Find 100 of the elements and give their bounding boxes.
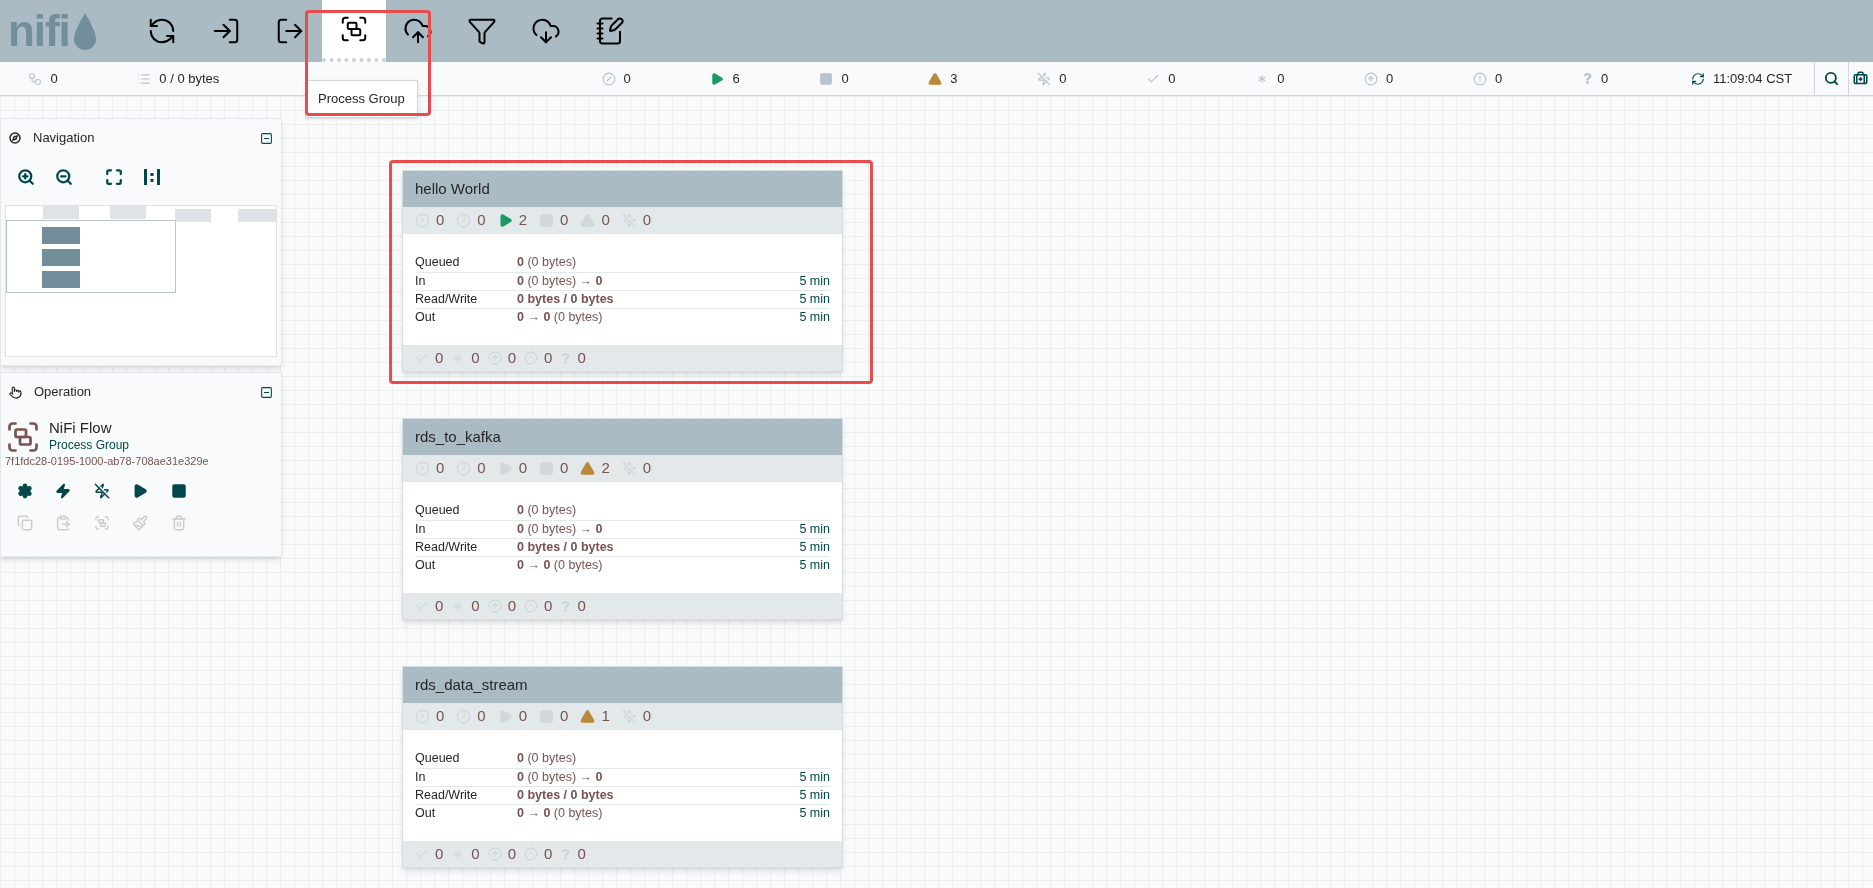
status-count: 3 [950, 69, 958, 88]
row-value: 0 (0 bytes) → 0 [517, 520, 603, 538]
group-icon [93, 514, 110, 531]
stat-count: 0 [436, 706, 445, 727]
version-count: 0 [435, 595, 444, 616]
row-value: 0 bytes / 0 bytes [517, 290, 614, 308]
input-port-icon [211, 16, 241, 46]
trash-icon [170, 514, 187, 531]
collapse-icon[interactable] [260, 385, 273, 399]
fit-icon[interactable] [105, 168, 123, 186]
refresh-icon [1690, 71, 1705, 86]
version-count: 0 [577, 843, 586, 864]
stat-count: 0 [518, 706, 528, 727]
group-name: hello World [415, 178, 490, 199]
lightning-off-icon [93, 482, 110, 499]
status-count: 0 [1059, 69, 1067, 88]
row-label: Queued [415, 254, 461, 272]
row-value: 0 → 0 (0 bytes) [517, 308, 603, 326]
process-group-card[interactable]: rds_to_kafka 0 0 0 0 2 0 Queued 0 (0 bytes) In 0 (0 bytes) → 0 5 min Read/Write 0 bytes / 0 bytes 5 min Out 0 → 0 (0 bytes) 5 min 0 0 0 0 0 [402, 418, 843, 620]
version-count: 0 [544, 595, 553, 616]
stop-icon [170, 482, 187, 499]
row-label: Queued [415, 750, 461, 768]
stat-count: 2 [601, 458, 610, 479]
status-count: 0 / 0 bytes [159, 69, 220, 88]
row-time: 5 min [799, 520, 830, 538]
hand-pointer-icon [9, 385, 22, 399]
row-time: 5 min [799, 804, 830, 822]
status-count: 0 [1495, 69, 1503, 88]
cloud-download-icon [531, 16, 561, 46]
process-group-card[interactable]: rds_data_stream 0 0 0 0 1 0 Queued 0 (0 bytes) In 0 (0 bytes) → 0 5 min Read/Write 0 bytes / 0 bytes 5 min Out 0 → 0 (0 bytes) 5 min 0 0 0 0 0 [402, 666, 843, 868]
process-group-card[interactable]: hello World 0 0 2 0 0 0 Queued 0 (0 bytes) In 0 (0 bytes) → 0 5 min Read/Write 0 bytes / 0 bytes 5 min Out 0 → 0 (0 bytes) 5 min 0 0 0 0 0 [402, 170, 843, 372]
droplet-icon [71, 11, 98, 51]
row-value: 0 (0 bytes) [517, 254, 577, 272]
zoom-in-icon[interactable] [17, 168, 35, 186]
version-count: 0 [471, 347, 480, 368]
version-count: 0 [577, 595, 586, 616]
row-label: Read/Write [415, 786, 479, 804]
version-count: 0 [577, 347, 586, 368]
row-time: 5 min [799, 556, 830, 574]
component-id: 7f1fdc28-0195-1000-ab78-708ae31e329e [5, 455, 210, 469]
nifi-logo: nifi [8, 9, 70, 53]
settings-icon [17, 482, 33, 499]
row-time: 5 min [799, 768, 830, 786]
row-value: 0 (0 bytes) → 0 [517, 768, 603, 786]
stat-count: 0 [436, 458, 445, 479]
panel-title: Operation [34, 383, 92, 402]
row-time: 5 min [799, 786, 830, 804]
row-time: 5 min [799, 538, 830, 556]
component-type: Process Group [49, 437, 130, 453]
row-label: Out [415, 556, 437, 574]
status-count: 11:09:04 CST [1712, 69, 1793, 88]
stat-count: 0 [642, 458, 652, 479]
row-value: 0 → 0 (0 bytes) [517, 804, 603, 822]
panel-title: Navigation [33, 129, 95, 148]
stat-count: 0 [518, 458, 528, 479]
row-time: 5 min [799, 308, 830, 326]
play-icon [710, 71, 725, 86]
stat-count: 0 [477, 706, 486, 727]
stat-count: 0 [436, 210, 445, 231]
alert-icon [1473, 71, 1487, 86]
warning-icon [928, 71, 943, 86]
version-count: 0 [544, 347, 553, 368]
row-label: In [415, 272, 427, 290]
stat-count: 0 [477, 458, 486, 479]
row-value: 0 (0 bytes) [517, 502, 577, 520]
processor-icon [147, 16, 177, 46]
status-count: 0 [1277, 69, 1285, 88]
row-value: 0 (0 bytes) [517, 750, 577, 768]
row-value: 0 bytes / 0 bytes [517, 786, 614, 804]
tooltip: Process Group [305, 80, 418, 118]
row-label: Queued [415, 502, 461, 520]
version-count: 0 [435, 843, 444, 864]
version-count: 0 [507, 843, 517, 864]
version-count: 0 [544, 843, 553, 864]
funnel-icon [467, 16, 497, 46]
warning-icon [580, 709, 596, 724]
row-label: Read/Write [415, 290, 479, 308]
compass-icon [9, 132, 21, 144]
actual-size-icon[interactable] [143, 168, 161, 186]
version-count: 0 [435, 347, 444, 368]
row-label: Read/Write [415, 538, 479, 556]
row-label: In [415, 768, 427, 786]
stat-count: 0 [560, 458, 569, 479]
stat-count: 0 [477, 210, 486, 231]
threads-icon [28, 71, 43, 86]
component-name: NiFi Flow [49, 419, 113, 438]
collapse-icon[interactable] [260, 131, 273, 145]
not-transmitting-icon [601, 71, 616, 86]
lightning-icon [55, 482, 72, 499]
toolbar-button[interactable] [322, 0, 386, 62]
version-count: 0 [507, 347, 517, 368]
stat-count: 1 [601, 706, 610, 727]
version-count: 0 [507, 595, 517, 616]
row-value: 0 → 0 (0 bytes) [517, 556, 603, 574]
disabled-icon [1037, 71, 1052, 86]
stat-count: 0 [642, 210, 652, 231]
row-time: 5 min [799, 290, 830, 308]
label-pen-icon [595, 16, 625, 46]
row-value: 0 bytes / 0 bytes [517, 538, 614, 556]
zoom-out-icon[interactable] [55, 168, 73, 186]
